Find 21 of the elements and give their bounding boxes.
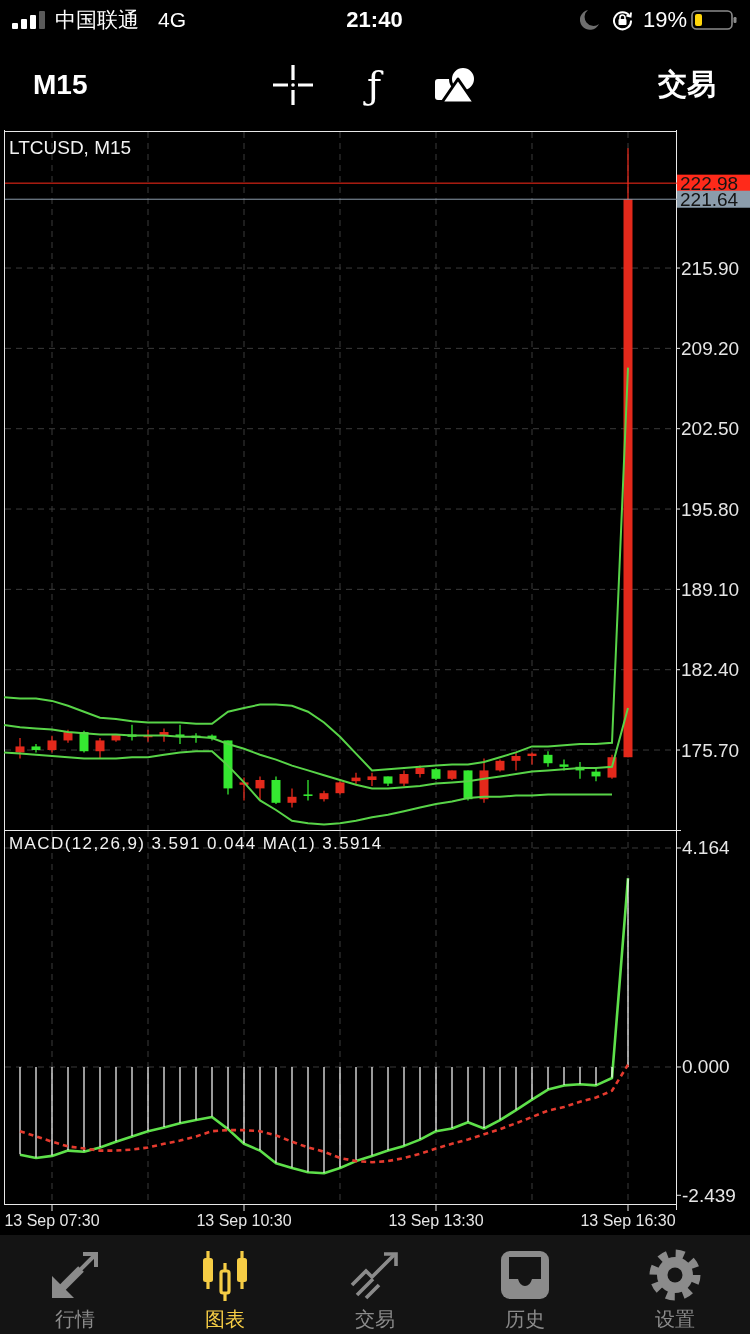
ref-line-label: 221.64 xyxy=(680,189,739,211)
time-axis-label: 13 Sep 07:30 xyxy=(4,1211,100,1229)
price-axis-label: 175.70 xyxy=(681,739,740,761)
time-axis-label: 13 Sep 10:30 xyxy=(196,1211,292,1229)
chart-title: LTCUSD, M15 xyxy=(9,136,132,158)
macd-axis-label: 0.000 xyxy=(682,1056,730,1078)
battery-percent: 19% xyxy=(642,7,687,33)
carrier-name: 中国联通 xyxy=(55,7,139,33)
price-axis-label: 189.10 xyxy=(681,578,740,600)
macd-legend: MACD(12,26,9) 3.591 0.044 MA(1) 3.5914 xyxy=(9,833,383,853)
price-axis-label: 215.90 xyxy=(681,257,740,279)
time-axis-label: 13 Sep 13:30 xyxy=(388,1211,484,1229)
macd-axis-label: 4.164 xyxy=(682,837,730,859)
price-axis-label: 202.50 xyxy=(681,418,740,440)
time-axis-label: 13 Sep 16:30 xyxy=(580,1211,676,1229)
macd-axis-label: -2.439 xyxy=(682,1184,736,1206)
price-axis-label: 209.20 xyxy=(681,337,740,359)
price-axis-label: 182.40 xyxy=(681,659,740,681)
network-type: 4G xyxy=(158,8,186,32)
clock-time: 21:40 xyxy=(346,7,403,33)
price-axis-label: 195.80 xyxy=(681,498,740,520)
